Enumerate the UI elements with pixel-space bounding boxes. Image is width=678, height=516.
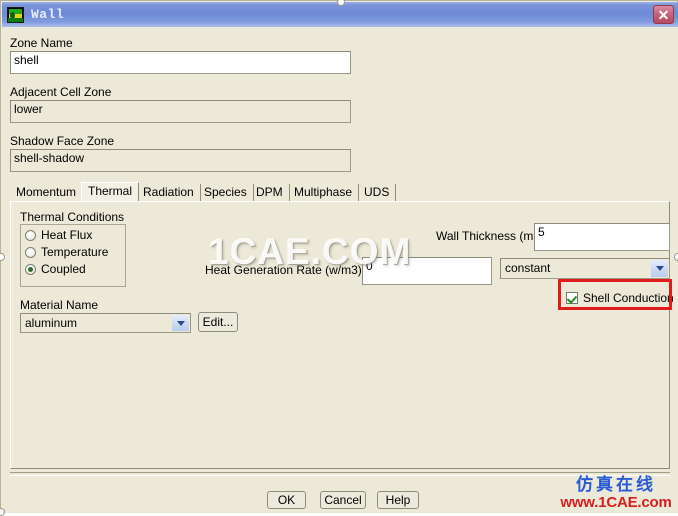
dialog-title: Wall [31, 7, 65, 22]
tab-momentum[interactable]: Momentum [10, 184, 84, 202]
heat-generation-profile-value: constant [505, 261, 551, 275]
material-name-value: aluminum [25, 316, 78, 330]
shell-conduction-checkbox[interactable]: Shell Conduction [566, 292, 674, 304]
wall-thickness-label: Wall Thickness (mm) [436, 229, 548, 243]
tabstrip: Momentum Thermal Radiation Species DPM M… [10, 182, 670, 203]
tab-radiation[interactable]: Radiation [137, 184, 201, 202]
resize-handle-right[interactable] [674, 253, 678, 261]
heat-generation-rate-input[interactable]: 0 [362, 257, 492, 285]
tab-uds[interactable]: UDS [358, 184, 397, 202]
heat-generation-rate-label: Heat Generation Rate (w/m3) [205, 263, 362, 277]
help-button[interactable]: Help [377, 491, 419, 509]
material-name-label: Material Name [20, 298, 99, 312]
radio-heat-flux-indicator [25, 229, 36, 241]
thermal-conditions-label: Thermal Conditions [20, 210, 125, 224]
wall-thickness-input[interactable]: 5 [534, 223, 670, 251]
dialog-client-area: Zone Name shell Adjacent Cell Zone lower… [2, 27, 678, 513]
adjacent-cell-zone-value: lower [10, 100, 351, 123]
adjacent-cell-zone-label: Adjacent Cell Zone [10, 85, 112, 99]
close-icon[interactable]: ✕ [653, 5, 674, 24]
radio-heat-flux[interactable]: Heat Flux [25, 229, 92, 241]
footer-separator [10, 472, 670, 476]
shell-conduction-label: Shell Conduction [583, 291, 674, 305]
resize-handle-bottom-left[interactable] [0, 508, 5, 516]
chevron-down-icon-2[interactable] [651, 260, 668, 277]
tab-thermal[interactable]: Thermal [81, 182, 140, 203]
screenshot-root: Wall ✕ Zone Name shell Adjacent Cell Zon… [0, 0, 678, 516]
cancel-button[interactable]: Cancel [320, 491, 366, 509]
radio-temperature-label: Temperature [41, 245, 109, 259]
tab-species[interactable]: Species [198, 184, 254, 202]
radio-coupled[interactable]: Coupled [25, 263, 86, 275]
shell-conduction-check-indicator [566, 292, 578, 304]
thermal-tab-panel: Thermal Conditions Heat Flux Temperature… [10, 201, 674, 469]
zone-name-input[interactable]: shell [10, 51, 351, 74]
ok-button[interactable]: OK [267, 491, 306, 509]
wall-dialog-window: Wall ✕ Zone Name shell Adjacent Cell Zon… [0, 0, 678, 513]
fluent-wall-icon [7, 6, 24, 23]
material-name-combo[interactable]: aluminum [20, 313, 191, 333]
radio-temperature[interactable]: Temperature [25, 246, 108, 258]
chevron-down-icon[interactable] [172, 315, 189, 331]
zone-name-label: Zone Name [10, 36, 73, 50]
tab-dpm[interactable]: DPM [250, 184, 290, 202]
radio-coupled-label: Coupled [41, 262, 86, 276]
tab-multiphase[interactable]: Multiphase [288, 184, 360, 202]
edit-material-button[interactable]: Edit... [198, 312, 238, 332]
heat-generation-profile-combo[interactable]: constant [500, 258, 670, 279]
shadow-face-zone-value: shell-shadow [10, 149, 351, 172]
radio-heat-flux-label: Heat Flux [41, 228, 93, 242]
shadow-face-zone-label: Shadow Face Zone [10, 134, 115, 148]
radio-temperature-indicator [25, 246, 36, 258]
radio-coupled-indicator [25, 263, 36, 275]
